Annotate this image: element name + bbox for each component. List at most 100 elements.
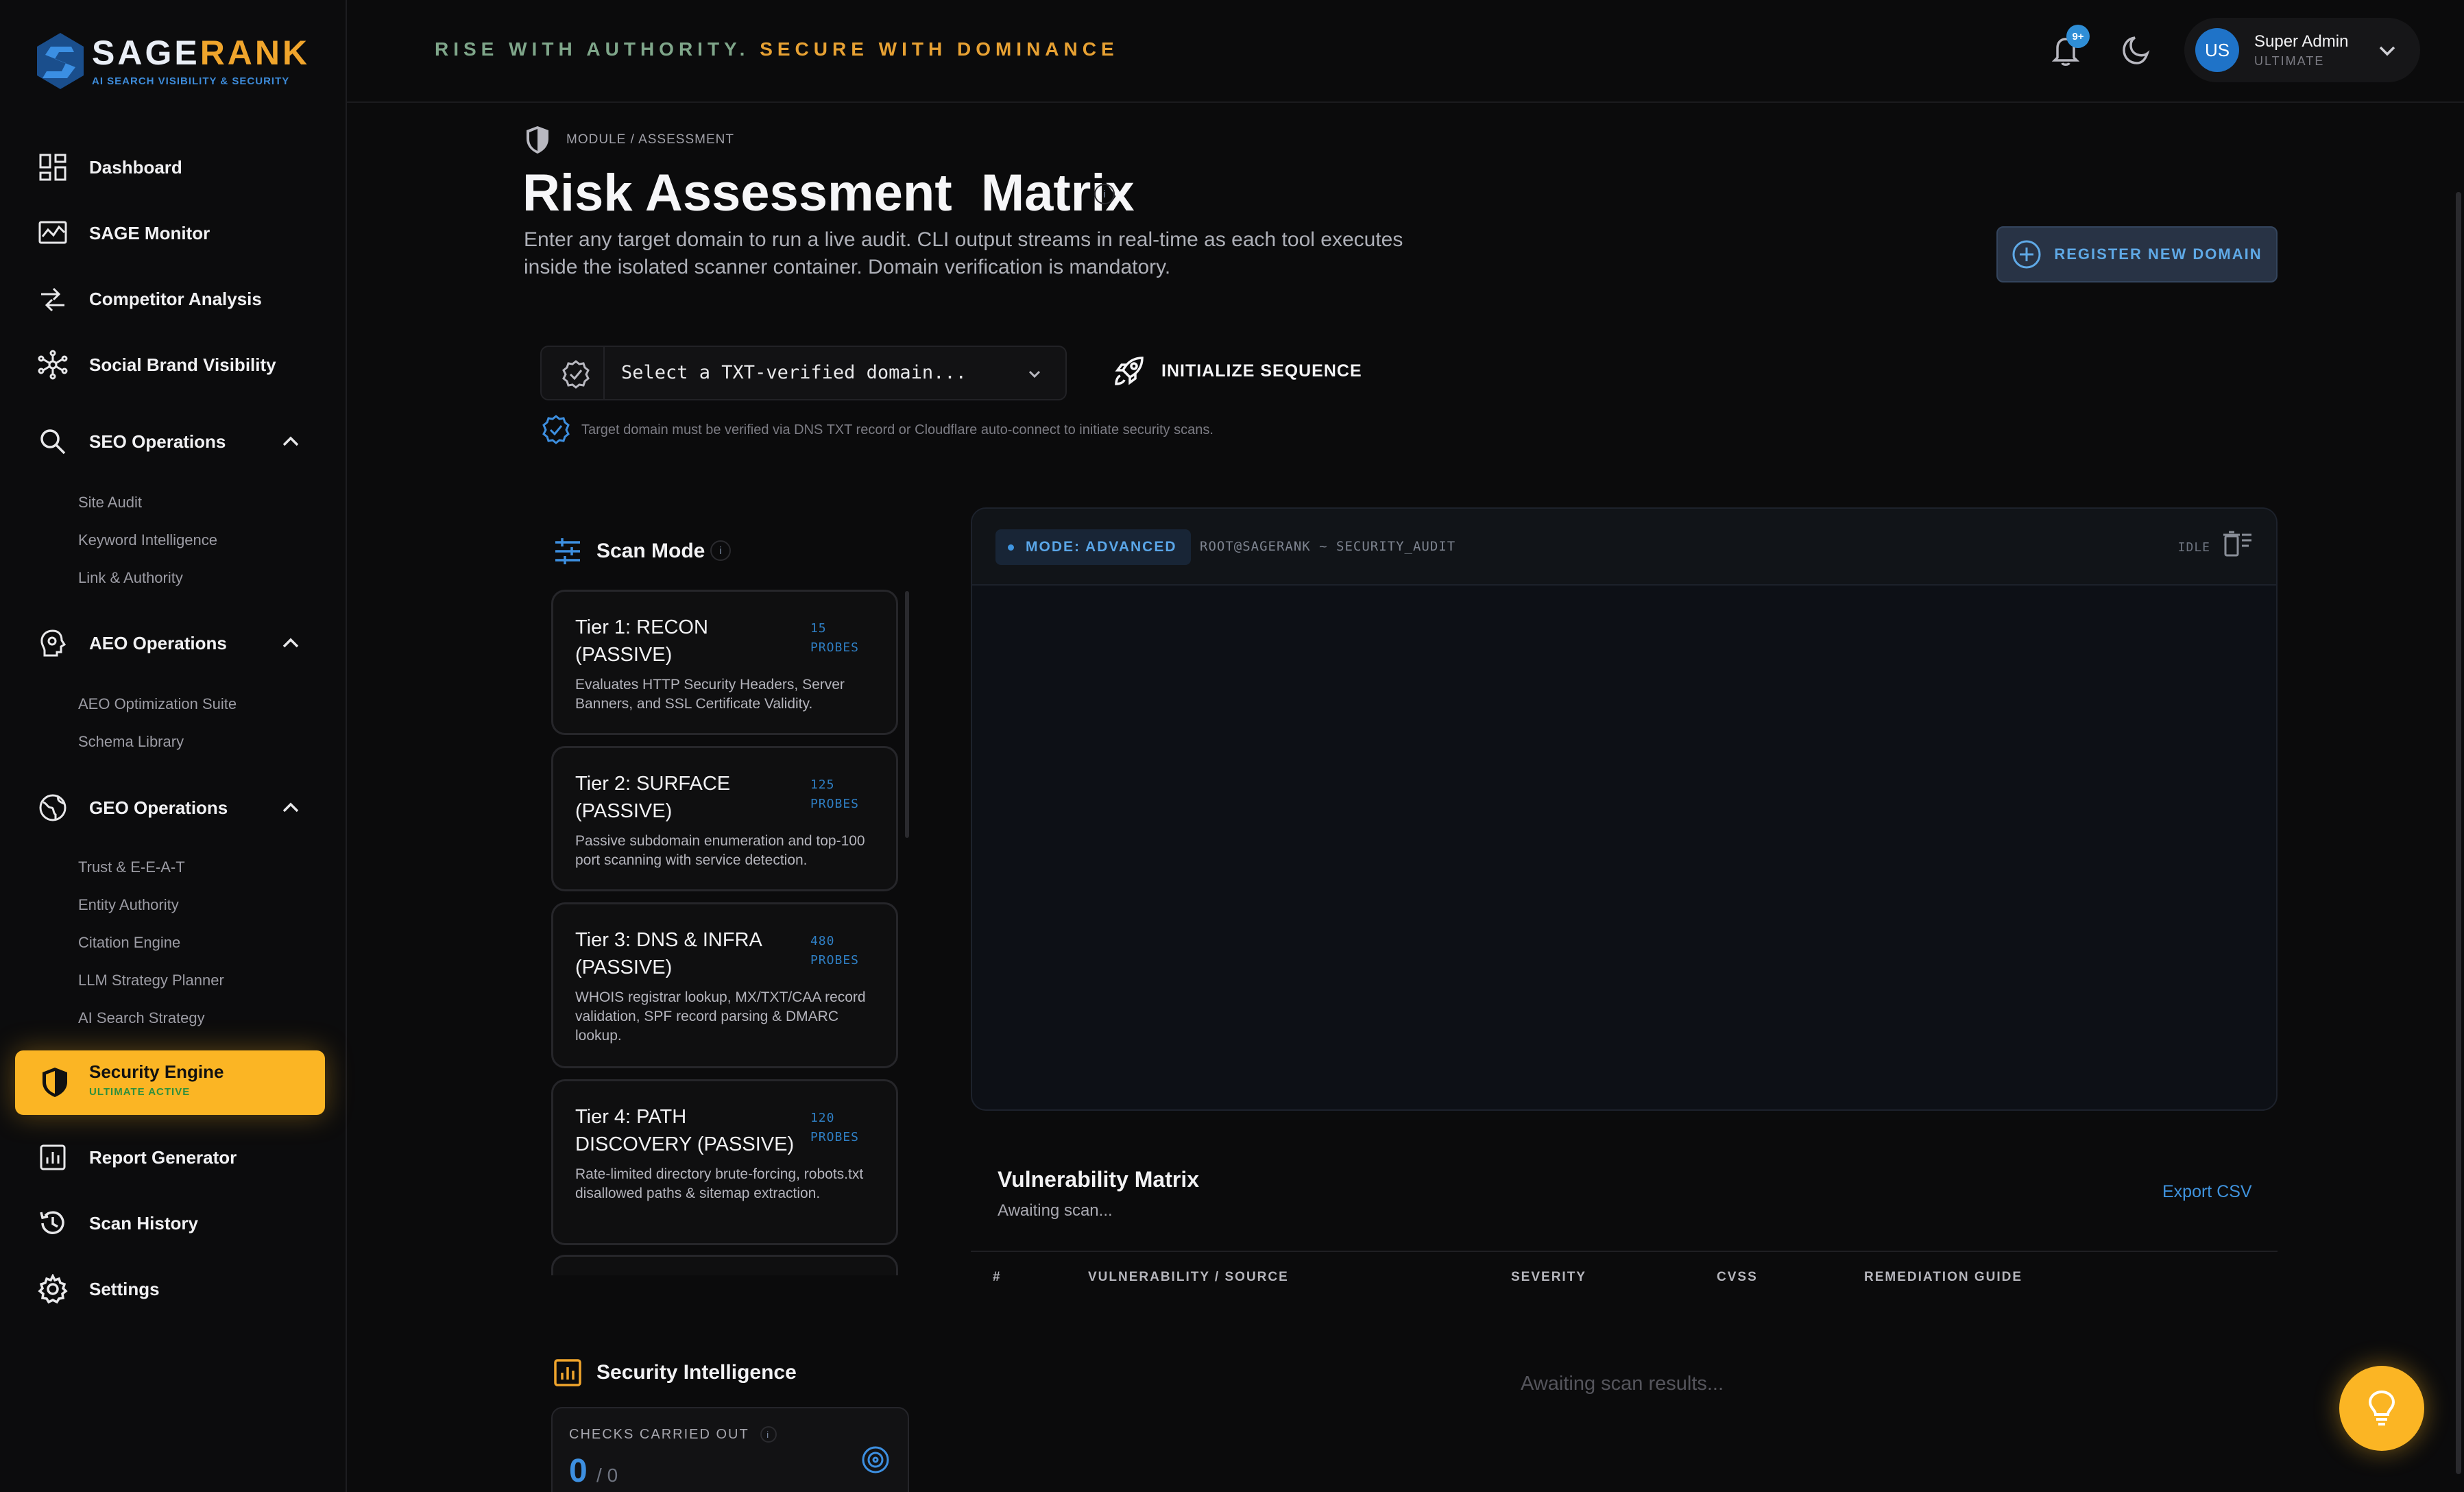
terminal-panel: MODE: ADVANCED ROOT@SAGERANK ~ SECURITY_… — [971, 507, 2278, 1111]
scan-mode-header: Scan Mode — [553, 536, 705, 566]
sidebar-subitem-schema-library[interactable]: Schema Library — [78, 733, 184, 751]
vulnerability-matrix-title: Vulnerability Matrix — [998, 1167, 1199, 1192]
sidebar-group-aeo-operations[interactable]: AEO Operations — [37, 623, 311, 664]
search-icon — [37, 426, 69, 457]
user-name: Super Admin — [2254, 32, 2349, 51]
sidebar-subitem-llm-strategy-planner[interactable]: LLM Strategy Planner — [78, 972, 224, 989]
lightbulb-icon — [2368, 1390, 2395, 1425]
page-scrollbar[interactable] — [2456, 192, 2461, 1474]
sidebar-item-social-brand-visibility[interactable]: Social Brand Visibility — [37, 344, 311, 385]
breadcrumb: MODULE / ASSESSMENT — [524, 125, 734, 155]
tier-probes: 120 PROBES — [810, 1111, 859, 1144]
grid-icon — [37, 152, 69, 183]
shield-icon — [527, 126, 548, 154]
column-header-vulnerability[interactable]: VULNERABILITY / SOURCE — [1088, 1270, 1289, 1285]
tier-name: Tier 3: DNS & INFRA (PASSIVE) — [575, 929, 762, 978]
sidebar-subitem-keyword-intelligence[interactable]: Keyword Intelligence — [78, 531, 217, 549]
help-lightbulb-button[interactable] — [2339, 1366, 2424, 1451]
report-chart-icon — [554, 1359, 581, 1386]
sidebar-subitem-entity-authority[interactable]: Entity Authority — [78, 896, 179, 914]
clear-log-icon[interactable] — [2221, 529, 2253, 561]
sidebar-item-sublabel: ULTIMATE ACTIVE — [89, 1086, 191, 1098]
network-icon — [37, 349, 69, 381]
column-header-remediation[interactable]: REMEDIATION GUIDE — [1864, 1270, 2022, 1285]
sidebar-subitem-ai-search-strategy[interactable]: AI Search Strategy — [78, 1009, 205, 1027]
sidebar-subitem-site-audit[interactable]: Site Audit — [78, 494, 142, 512]
shield-icon — [43, 1068, 67, 1097]
info-icon[interactable]: i — [760, 1426, 777, 1443]
verified-badge-icon — [562, 360, 590, 389]
tier-list-scrollbar[interactable] — [905, 591, 909, 838]
stat-label: CHECKS CARRIED OUT i — [569, 1426, 777, 1443]
checks-stat-card: CHECKS CARRIED OUT i 0 / 0 — [551, 1407, 909, 1492]
tier-name: Tier 4: PATH DISCOVERY (PASSIVE) — [575, 1106, 795, 1155]
terminal-path: ROOT@SAGERANK ~ SECURITY_AUDIT — [1200, 539, 1456, 554]
tier-list: Tier 1: RECON (PASSIVE) 15 PROBES Evaluat… — [551, 590, 901, 1275]
rocket-icon — [1115, 357, 1144, 385]
gear-icon — [37, 1273, 69, 1305]
sidebar-group-seo-operations[interactable]: SEO Operations — [37, 421, 311, 462]
tier-card-4[interactable]: Tier 4: PATH DISCOVERY (PASSIVE) 120 PROB… — [551, 1079, 898, 1245]
header-tagline: RISE WITH AUTHORITY. SECURE WITH DOMINAN… — [435, 38, 1119, 60]
chevron-up-icon[interactable] — [281, 798, 300, 817]
logo[interactable]: SAGERANK AI SEARCH VISIBILITY & SECURITY — [36, 32, 310, 91]
tier-probes: 480 PROBES — [810, 934, 859, 967]
sliders-icon — [555, 538, 580, 564]
sidebar: SAGERANK AI SEARCH VISIBILITY & SECURITY… — [0, 0, 347, 1492]
sidebar-item-settings[interactable]: Settings — [37, 1268, 311, 1310]
sidebar-item-sage-monitor[interactable]: SAGE Monitor — [37, 213, 311, 254]
user-plan: ULTIMATE — [2254, 53, 2325, 68]
terminal-status: IDLE — [2177, 540, 2210, 555]
moon-icon[interactable] — [2121, 34, 2153, 66]
tier-card-5[interactable] — [551, 1255, 898, 1275]
tier-description: Passive subdomain enumeration and top-10… — [575, 833, 865, 868]
sidebar-subitem-link-authority[interactable]: Link & Authority — [78, 569, 183, 587]
tier-name: Tier 1: RECON (PASSIVE) — [575, 616, 708, 666]
tier-card-2[interactable]: Tier 2: SURFACE (PASSIVE) 125 PROBES Pass… — [551, 746, 898, 891]
tier-card-1[interactable]: Tier 1: RECON (PASSIVE) 15 PROBES Evaluat… — [551, 590, 898, 735]
export-csv-link[interactable]: Export CSV — [2162, 1182, 2252, 1202]
sidebar-group-geo-operations[interactable]: GEO Operations — [37, 787, 311, 828]
info-icon[interactable]: i — [710, 540, 731, 561]
info-icon[interactable]: i — [1094, 184, 1115, 204]
security-intelligence-header: Security Intelligence — [553, 1358, 797, 1388]
sidebar-subitem-citation-engine[interactable]: Citation Engine — [78, 934, 180, 952]
column-header-index[interactable]: # — [993, 1270, 1002, 1285]
user-menu[interactable]: US Super Admin ULTIMATE — [2184, 18, 2420, 82]
globe-icon — [37, 792, 69, 823]
tier-name: Tier 2: SURFACE (PASSIVE) — [575, 773, 731, 822]
chevron-up-icon[interactable] — [281, 432, 300, 451]
arrows-compare-icon — [37, 283, 69, 315]
tier-probes: 15 PROBES — [810, 621, 859, 655]
verified-badge-icon — [542, 415, 570, 444]
radar-icon — [862, 1446, 889, 1473]
column-header-cvss[interactable]: CVSS — [1717, 1270, 1758, 1285]
report-icon — [37, 1142, 69, 1173]
chevron-down-icon — [1028, 370, 1041, 378]
sidebar-subitem-trust-eeat[interactable]: Trust & E-E-A-T — [78, 858, 185, 876]
tier-probes: 125 PROBES — [810, 778, 859, 811]
page-description: Enter any target domain to run a live au… — [524, 228, 1403, 278]
table-empty-state: Awaiting scan results... — [1521, 1373, 1724, 1395]
top-header: RISE WITH AUTHORITY. SECURE WITH DOMINAN… — [347, 0, 2464, 103]
sidebar-item-security-engine[interactable]: Security Engine ULTIMATE ACTIVE — [15, 1050, 325, 1115]
sidebar-subitem-aeo-optimization-suite[interactable]: AEO Optimization Suite — [78, 695, 237, 713]
column-header-severity[interactable]: SEVERITY — [1511, 1270, 1586, 1285]
register-new-domain-button[interactable]: REGISTER NEW DOMAIN — [1996, 226, 2278, 282]
tier-description: Rate-limited directory brute-forcing, ro… — [575, 1166, 864, 1201]
brand-tagline: AI SEARCH VISIBILITY & SECURITY — [92, 75, 290, 87]
sidebar-item-report-generator[interactable]: Report Generator — [37, 1137, 311, 1178]
sidebar-item-dashboard[interactable]: Dashboard — [37, 147, 311, 188]
brain-gear-icon — [37, 627, 69, 659]
sidebar-item-scan-history[interactable]: Scan History — [37, 1203, 311, 1244]
initialize-sequence-button[interactable]: INITIALIZE SEQUENCE — [1112, 354, 1362, 388]
domain-select[interactable]: Select a TXT-verified domain... — [540, 346, 1067, 400]
tier-description: WHOIS registrar lookup, MX/TXT/CAA recor… — [575, 989, 866, 1044]
history-icon — [37, 1207, 69, 1239]
tier-card-3[interactable]: Tier 3: DNS & INFRA (PASSIVE) 480 PROBES … — [551, 902, 898, 1068]
sidebar-item-competitor-analysis[interactable]: Competitor Analysis — [37, 278, 311, 320]
chevron-up-icon[interactable] — [281, 634, 300, 653]
mode-badge: MODE: ADVANCED — [995, 529, 1191, 565]
brand-name: SAGERANK — [92, 33, 311, 72]
chevron-down-icon — [2379, 46, 2395, 56]
